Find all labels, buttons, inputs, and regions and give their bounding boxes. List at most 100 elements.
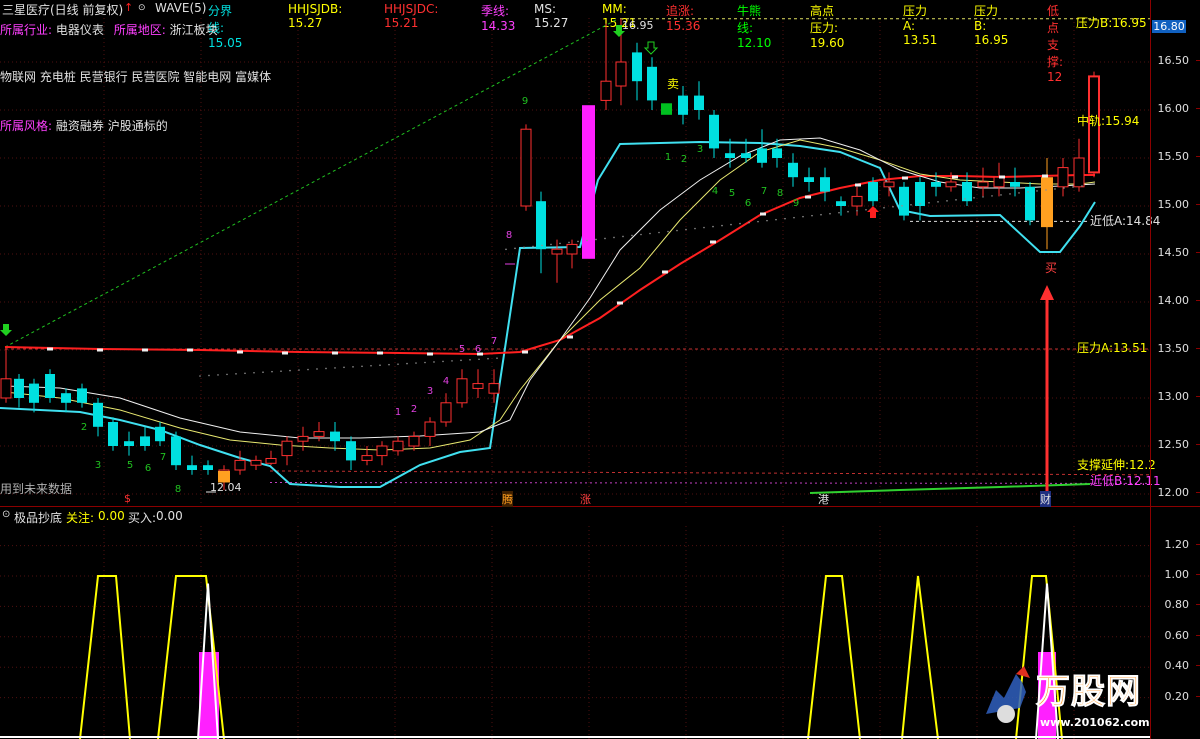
indicator-header-bar: 三星医疗 (日线 前复权) ↑ ⊙ WAVE(5) 分界线: 15.05 HHJS… [0, 0, 1150, 84]
sell-signal-label: 卖 [667, 77, 680, 91]
wave-count: 3 [697, 144, 703, 155]
concepts-text: 物联网 充电桩 民营银行 民营医院 智能电网 富媒体 [0, 70, 272, 84]
dot-line [1072, 186, 1074, 188]
candle-body [1057, 167, 1069, 188]
dot-line [991, 195, 993, 197]
dot-line [235, 373, 237, 375]
dot-line [496, 357, 498, 359]
candle-body [29, 383, 39, 403]
price-tick: 13.50 [1158, 342, 1200, 355]
candle-body [376, 445, 388, 457]
candle-body [520, 128, 532, 207]
panel-divider [0, 506, 1200, 507]
dot-line [1081, 185, 1083, 187]
signal-candle-green [661, 103, 672, 115]
candle-body [1025, 186, 1035, 221]
bottom-fishing-chart[interactable] [0, 524, 1150, 739]
candle-body [551, 248, 563, 255]
candle-body [45, 374, 55, 398]
dropdown-circle-icon[interactable]: ⊙ [138, 3, 146, 13]
dot-line [955, 199, 957, 201]
dot-line [793, 216, 795, 219]
style-row: 所属风格: 融资融券 沪股通标的 [0, 117, 168, 134]
candle-body [757, 148, 767, 163]
dot-line [1000, 194, 1002, 196]
candle-body [615, 61, 627, 87]
marker-cai: 财 [1040, 491, 1051, 507]
indicator-name[interactable]: WAVE(5) [155, 1, 206, 15]
dot-line [703, 226, 705, 229]
candle-body [962, 182, 972, 202]
ma-dot [567, 335, 573, 339]
candle-body [694, 95, 704, 110]
wave-count: 4 [443, 376, 449, 387]
wave-count: 8 [777, 188, 783, 199]
current-price-tag: 16.80 [1152, 20, 1186, 33]
focus-signal-line [79, 575, 131, 739]
price-tick: 12.50 [1158, 438, 1200, 451]
candle-body [820, 177, 830, 192]
dot-line [577, 240, 579, 243]
dot-line [199, 375, 201, 377]
sub-tick: 1.20 [1165, 538, 1200, 551]
candle-body [440, 402, 452, 423]
wave-count: 2 [681, 154, 687, 165]
dot-line [424, 361, 426, 364]
dot-line [892, 205, 894, 208]
dot-line [622, 235, 624, 238]
candle-body [647, 66, 657, 101]
dot-line [514, 247, 516, 250]
ma-dot [805, 195, 811, 199]
dot-line [712, 225, 714, 228]
dot-line [982, 196, 984, 198]
dot-line [649, 232, 651, 235]
candle-body [250, 459, 262, 466]
price-axis[interactable]: 16.50 16.00 15.50 15.00 14.50 14.00 13.50 13.00… [1150, 0, 1200, 739]
dot-line [244, 372, 246, 375]
candle-body [0, 378, 12, 399]
dot-line [1045, 189, 1047, 191]
industry-value: 电器仪表 [55, 23, 104, 37]
candle-body [851, 195, 863, 207]
signal-candle-magenta [582, 105, 595, 259]
marker-teng: 腾 [502, 491, 513, 507]
dot-line [541, 244, 543, 247]
ma-dot [999, 175, 1005, 179]
down-arrow-outline-icon [643, 41, 659, 55]
candle-body [472, 383, 484, 389]
dot-line [901, 204, 903, 207]
candle-body [203, 465, 213, 470]
dot-line [847, 210, 849, 213]
dot-line [775, 218, 777, 221]
focus-signal-line [807, 575, 861, 739]
dot-line [667, 230, 669, 233]
panel-toggle-icon[interactable]: ⊙ [2, 509, 10, 520]
candle-body [61, 393, 71, 403]
candle-body [424, 421, 436, 437]
wave-count: 7 [491, 336, 497, 347]
dot-line [262, 371, 264, 374]
dot-line [343, 366, 345, 369]
price-tick: 13.00 [1158, 390, 1200, 403]
marker-gang: 港 [818, 493, 829, 506]
ma-dot [617, 301, 623, 305]
ma-dot [855, 183, 861, 187]
candlestick-chart[interactable]: 23 5 6781 2345 67891 234 567 89 [0, 16, 1150, 506]
dot-line [838, 211, 840, 214]
watermark-url: www.201062.com [1040, 716, 1150, 729]
candle-body [1010, 182, 1020, 187]
dot-line [757, 220, 759, 223]
sub-panel-header: ⊙ 极品抄底 关注: 0.00 买入: 0.00 [0, 508, 1150, 525]
dot-line [361, 365, 363, 368]
up-arrow-icon[interactable]: ↑ [124, 1, 133, 14]
candle-body [155, 426, 165, 442]
dot-line [586, 239, 588, 242]
candle-body [868, 182, 878, 202]
marker-zhang: 涨 [580, 493, 591, 506]
candle-body [488, 383, 500, 394]
dot-line [973, 197, 975, 199]
dot-line [685, 228, 687, 231]
style-value: 融资融券 沪股通标的 [55, 119, 168, 133]
dot-line [406, 362, 408, 365]
region-label: 所属地区: [113, 23, 166, 37]
